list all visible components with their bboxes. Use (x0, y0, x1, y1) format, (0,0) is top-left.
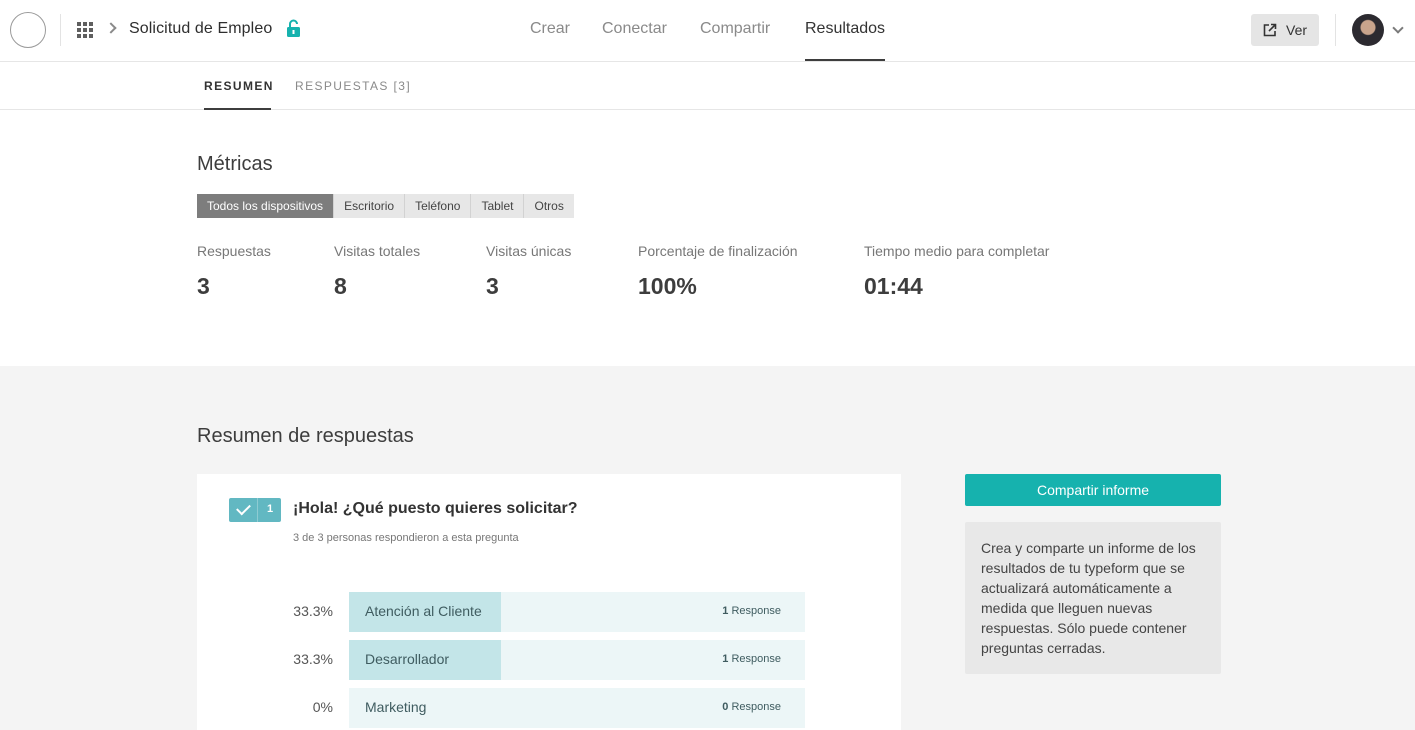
share-report-button[interactable]: Compartir informe (965, 474, 1221, 506)
workspace-logo-icon[interactable] (10, 12, 46, 48)
chevron-right-icon (105, 22, 117, 34)
metric-value: 100% (638, 273, 697, 299)
metrics-title: Métricas (197, 153, 273, 175)
answer-label: Desarrollador (365, 651, 450, 667)
metric-label: Porcentaje de finalización (638, 243, 798, 259)
answer-label: Atención al Cliente (365, 603, 482, 619)
metric-value: 3 (197, 273, 210, 299)
device-filter-phone[interactable]: Teléfono (405, 194, 472, 218)
question-card: 1 ¡Hola! ¿Qué puesto quieres solicitar? … (197, 474, 901, 730)
metric-label: Tiempo medio para completar (864, 243, 1050, 259)
device-filter-tablet[interactable]: Tablet (471, 194, 525, 218)
nav-crear[interactable]: Crear (530, 20, 570, 38)
tab-resumen[interactable]: RESUMEN (204, 79, 274, 93)
question-title: ¡Hola! ¿Qué puesto quieres solicitar? (293, 500, 578, 517)
divider (257, 498, 258, 522)
view-button[interactable]: Ver (1251, 14, 1319, 46)
tab-respuestas[interactable]: RESPUESTAS [3] (295, 79, 411, 93)
answer-row: 33.3% Atención al Cliente 1 Response (197, 592, 901, 632)
answer-count: 0 Response (722, 701, 781, 713)
lock-icon (287, 19, 300, 37)
answer-percent: 0% (312, 699, 333, 715)
answer-count: 1 Response (722, 653, 781, 665)
metric-avg-time: Tiempo medio para completar 01:44 (864, 243, 1050, 299)
avatar[interactable] (1352, 14, 1384, 46)
results-tabs: RESUMEN RESPUESTAS [3] (0, 62, 1415, 110)
metric-label: Respuestas (197, 243, 271, 259)
nav-compartir[interactable]: Compartir (700, 20, 770, 38)
metric-unique-visits: Visitas únicas 3 (486, 243, 572, 299)
chevron-down-icon[interactable] (1392, 22, 1404, 34)
apps-grid-icon[interactable] (77, 22, 93, 38)
answer-bar: Desarrollador 1 Response (349, 640, 805, 680)
answer-percent: 33.3% (293, 651, 333, 667)
nav-active-indicator (805, 59, 885, 61)
answer-row: 33.3% Desarrollador 1 Response (197, 640, 901, 680)
nav-resultados[interactable]: Resultados (805, 20, 885, 38)
device-filter: Todos los dispositivos Escritorio Teléfo… (197, 194, 574, 218)
share-report-info: Crea y comparte un informe de los result… (965, 522, 1221, 674)
divider (1335, 14, 1336, 46)
metric-label: Visitas totales (334, 243, 421, 259)
external-link-icon (1263, 23, 1277, 37)
device-filter-other[interactable]: Otros (524, 194, 574, 218)
top-bar: Solicitud de Empleo Crear Conectar Compa… (0, 0, 1415, 62)
device-filter-desktop[interactable]: Escritorio (334, 194, 406, 218)
divider (60, 14, 61, 46)
nav-conectar[interactable]: Conectar (602, 20, 667, 38)
answer-count: 1 Response (722, 605, 781, 617)
answer-row: 0% Marketing 0 Response (197, 688, 901, 728)
answer-bar: Marketing 0 Response (349, 688, 805, 728)
summary-title: Resumen de respuestas (197, 425, 414, 447)
question-number: 1 (267, 503, 274, 515)
metric-value: 01:44 (864, 273, 923, 299)
answer-bar: Atención al Cliente 1 Response (349, 592, 805, 632)
form-title[interactable]: Solicitud de Empleo (129, 20, 272, 38)
metric-total-visits: Visitas totales 8 (334, 243, 421, 299)
device-filter-all[interactable]: Todos los dispositivos (197, 194, 335, 218)
view-button-label: Ver (1286, 22, 1308, 38)
checkmark-icon (236, 500, 251, 516)
metric-responses: Respuestas 3 (197, 243, 271, 299)
metric-value: 3 (486, 273, 499, 299)
question-subtitle: 3 de 3 personas respondieron a esta preg… (293, 532, 519, 544)
metric-completion-rate: Porcentaje de finalización 100% (638, 243, 798, 299)
question-badge: 1 (229, 498, 281, 522)
answer-label: Marketing (365, 699, 427, 715)
metric-label: Visitas únicas (486, 243, 572, 259)
metric-value: 8 (334, 273, 347, 299)
answer-percent: 33.3% (293, 603, 333, 619)
metrics-panel: Métricas Todos los dispositivos Escritor… (0, 110, 1415, 366)
